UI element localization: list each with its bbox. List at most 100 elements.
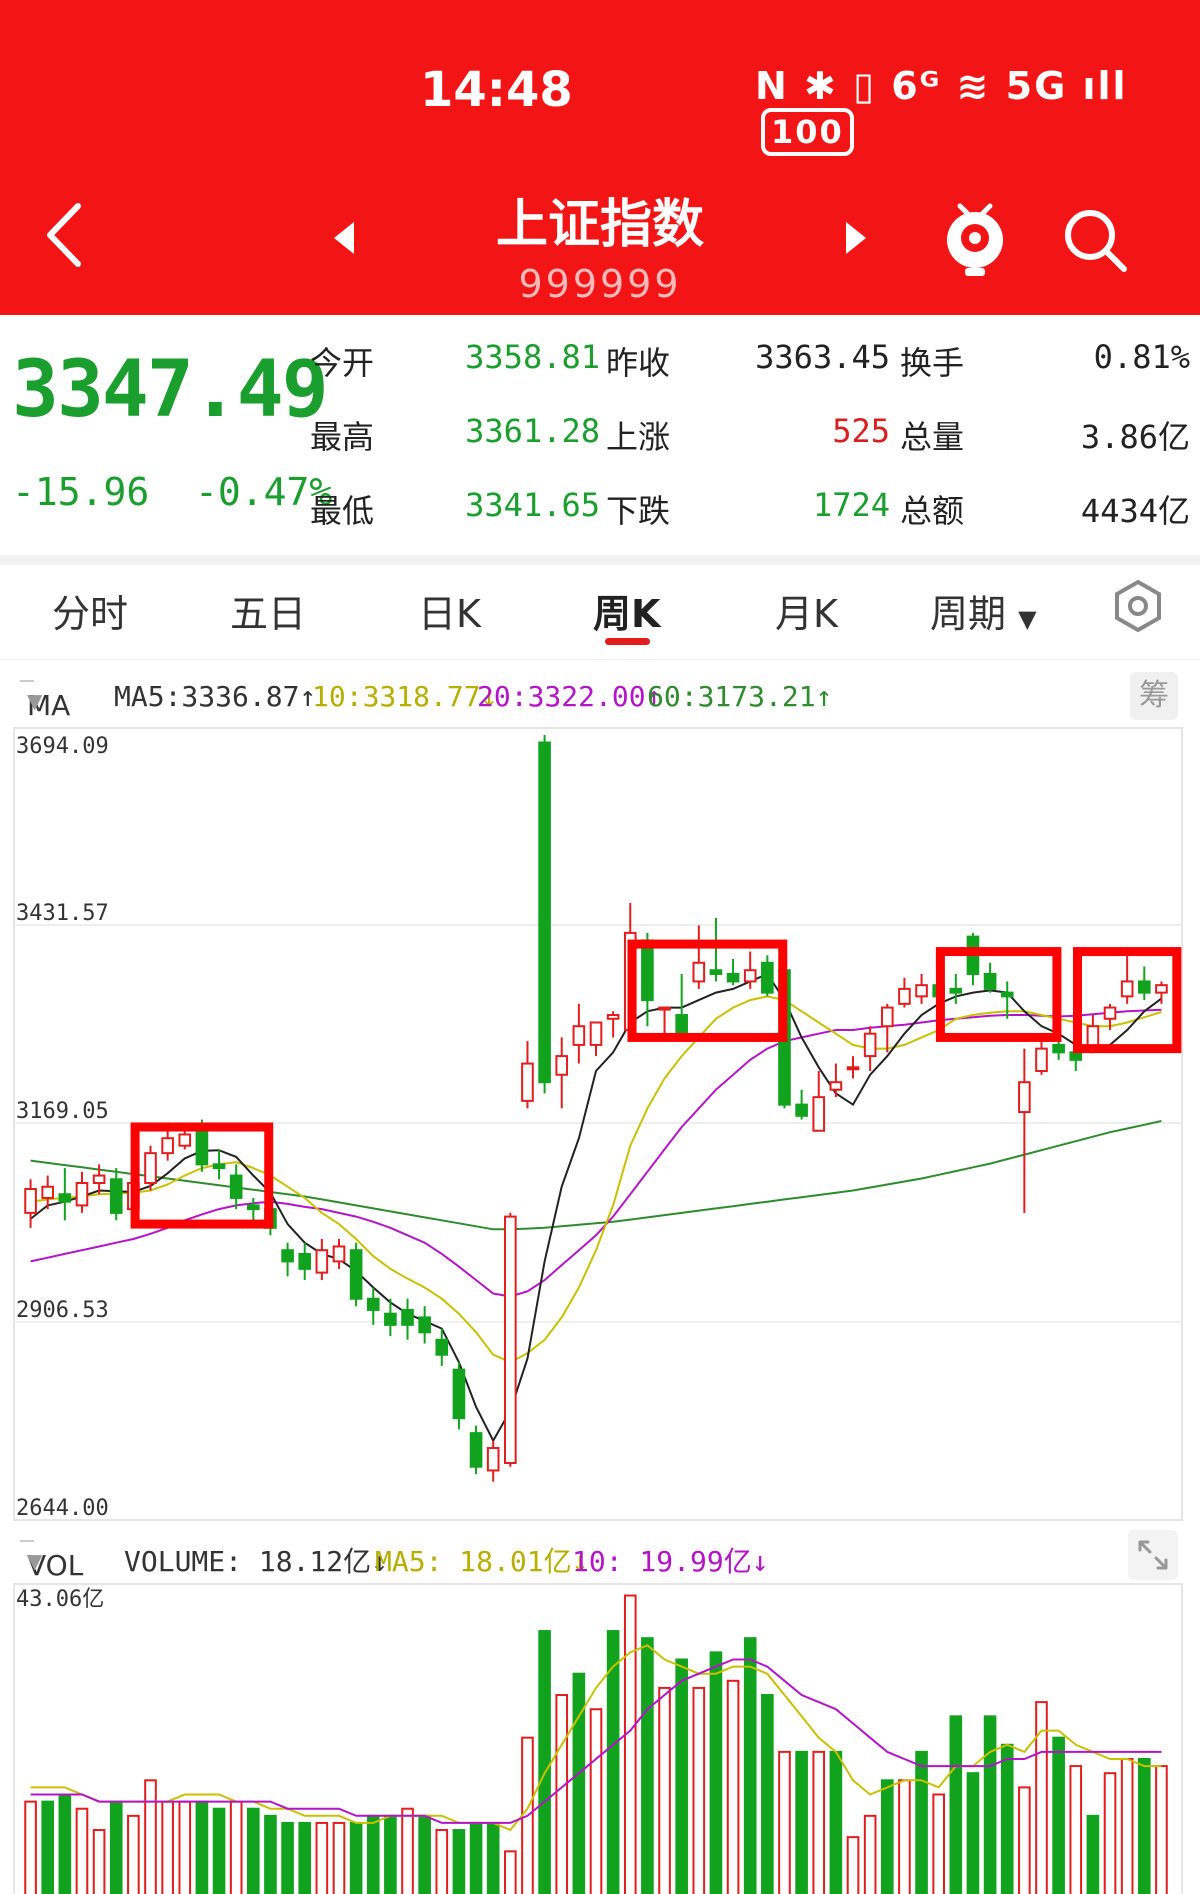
candle-body: [24, 1187, 37, 1214]
search-icon[interactable]: [1060, 205, 1130, 275]
advancers-value: 525: [832, 412, 890, 450]
volume-bar: [795, 1750, 808, 1894]
volume-bar: [778, 1750, 791, 1894]
volume-indicator-selector[interactable]: VOL ▼: [20, 1540, 83, 1582]
chevron-down-icon: ▼: [27, 689, 43, 713]
volume-bar: [898, 1779, 911, 1894]
candle-body: [315, 1249, 329, 1274]
volume-bar: [144, 1779, 157, 1894]
volume-bar: [538, 1630, 551, 1894]
volume-bar: [623, 1594, 637, 1894]
tab-monthly-k[interactable]: 月K: [775, 583, 838, 638]
low-value: 3341.65: [465, 486, 600, 524]
tab-period-label: 周期: [930, 592, 1007, 636]
volume-bar: [109, 1800, 123, 1894]
volume-bar: [452, 1829, 466, 1894]
quote-label: 下跌: [606, 492, 671, 530]
volume-bar: [1155, 1765, 1168, 1894]
quote-label: 今开: [310, 344, 375, 382]
candle-body: [41, 1185, 55, 1199]
candle-body: [349, 1249, 363, 1300]
volume-bar: [709, 1651, 723, 1894]
volume-bar: [589, 1708, 603, 1894]
volume-bar: [692, 1686, 706, 1894]
candle-body: [606, 1014, 620, 1020]
chip-distribution-button[interactable]: 筹: [1130, 672, 1178, 720]
volume-bar: [41, 1800, 55, 1894]
volume-bar: [315, 1821, 329, 1894]
candle-body: [1018, 1081, 1031, 1114]
y-axis-label: 3169.05: [16, 1099, 109, 1124]
quote-label: 昨收: [606, 344, 671, 382]
volume-bar: [178, 1800, 192, 1894]
volume-bar: [983, 1715, 997, 1894]
candle-body: [401, 1308, 414, 1326]
volume-bar: [486, 1821, 500, 1894]
volume-chart[interactable]: 43.06亿: [0, 1580, 1200, 1894]
mascot-icon[interactable]: [940, 198, 1010, 278]
decliners-value: 1724: [812, 486, 890, 524]
next-stock-icon[interactable]: [840, 218, 870, 258]
volume-bar: [24, 1800, 37, 1894]
candle-body: [1000, 991, 1014, 998]
candle-body: [366, 1297, 380, 1311]
volume-bar: [281, 1821, 294, 1894]
volume-bar: [675, 1658, 688, 1894]
tab-intraday[interactable]: 分时: [52, 583, 128, 638]
settings-icon[interactable]: [1110, 578, 1166, 634]
tab-period-dropdown[interactable]: 周期 ▼: [930, 583, 1037, 638]
volume-bar: [264, 1814, 277, 1894]
volume-bar: [1069, 1765, 1083, 1894]
quote-label: 总额: [900, 492, 965, 530]
candle-body: [504, 1215, 517, 1464]
volume-ma10-value: 10: 19.99亿↓: [572, 1545, 769, 1578]
candle-body: [743, 969, 757, 983]
turnover-value: 0.81%: [1093, 338, 1190, 376]
volume-bar: [761, 1694, 774, 1894]
volume-bar: [384, 1814, 397, 1894]
candle-body: [555, 1055, 569, 1076]
amount-value: 4434亿: [1080, 492, 1190, 530]
candle-body: [726, 972, 740, 983]
volume-bar: [161, 1800, 174, 1894]
tab-five-day[interactable]: 五日: [230, 583, 306, 638]
candle-body: [795, 1103, 808, 1117]
volume-bar: [641, 1637, 654, 1894]
candle-body: [1120, 980, 1134, 998]
candle-body: [1155, 984, 1168, 994]
status-icons: N ✱ ▯ 6ᴳ ≋ 5G ıll 100: [755, 64, 1200, 156]
candle-body: [1103, 1006, 1117, 1020]
volume-bar: [127, 1814, 140, 1894]
highlight-box: [627, 939, 788, 1042]
candle-body: [486, 1447, 500, 1472]
expand-icon[interactable]: [1128, 1530, 1178, 1580]
volume-bar: [555, 1694, 569, 1894]
volume-bar: [504, 1850, 517, 1894]
volume-bar: [366, 1814, 380, 1894]
volume-bar: [726, 1679, 740, 1894]
stock-code: 999999: [518, 262, 682, 306]
volume-bar: [743, 1637, 757, 1894]
indicator-selector[interactable]: MA ▼: [20, 680, 70, 722]
candle-body: [898, 987, 911, 1005]
candle-body: [298, 1252, 312, 1270]
volume-bar: [829, 1750, 843, 1894]
candle-body: [572, 1025, 586, 1046]
y-axis-label: 2644.00: [16, 1496, 109, 1521]
candle-body: [1052, 1043, 1065, 1054]
candle-body: [452, 1368, 466, 1420]
volume-bar: [966, 1772, 980, 1894]
tab-daily-k[interactable]: 日K: [418, 583, 481, 638]
open-value: 3358.81: [465, 338, 600, 376]
volume-bar: [212, 1807, 226, 1894]
tab-weekly-k[interactable]: 周K: [593, 583, 660, 638]
candle-body: [1035, 1047, 1048, 1073]
y-axis-label: 3431.57: [16, 901, 109, 926]
candle-body: [229, 1174, 243, 1199]
volume-axis-max: 43.06亿: [16, 1587, 104, 1612]
candle-body: [1069, 1051, 1083, 1061]
kline-chart[interactable]: 3694.09 3431.57 3169.05 2906.53 2644.00: [0, 720, 1200, 1530]
volume-bar: [75, 1807, 89, 1894]
volume-bar: [1137, 1757, 1151, 1894]
volume-bar: [1052, 1736, 1065, 1894]
